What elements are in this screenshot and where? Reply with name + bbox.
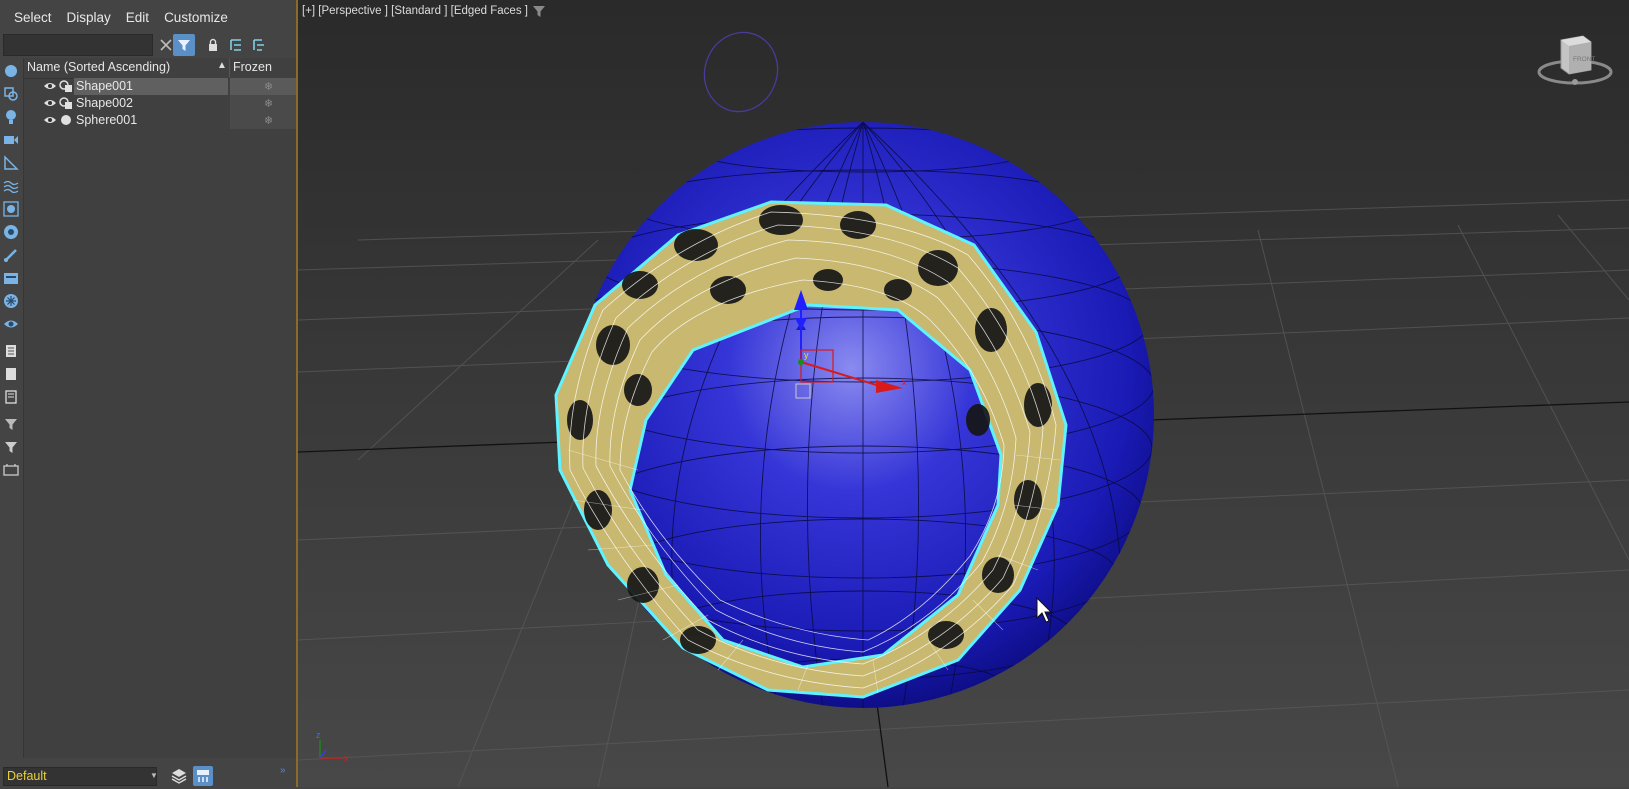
lock-icon[interactable] bbox=[203, 35, 223, 55]
object-name[interactable]: Shape002 bbox=[76, 96, 133, 110]
search-input[interactable] bbox=[3, 34, 153, 56]
sort-by-layer-icon[interactable] bbox=[193, 766, 213, 786]
list-item-shape001[interactable]: Shape001 ❄ bbox=[24, 78, 296, 95]
tripod-z-label: z bbox=[316, 730, 321, 740]
column-frozen-header[interactable]: Frozen bbox=[233, 60, 272, 74]
display-bones-icon[interactable] bbox=[2, 246, 19, 263]
object-name[interactable]: Shape001 bbox=[76, 79, 133, 93]
display-all-icon[interactable] bbox=[2, 342, 19, 359]
tripod-x-label: x bbox=[344, 753, 349, 763]
viewport-filter-icon[interactable] bbox=[532, 4, 546, 21]
frozen-cell[interactable]: ❄ bbox=[230, 95, 296, 112]
display-containers-icon[interactable] bbox=[2, 269, 19, 286]
viewcube[interactable]: FRONT bbox=[1535, 30, 1615, 90]
viewport-scene[interactable]: x y bbox=[298, 0, 1629, 787]
object-name[interactable]: Sphere001 bbox=[76, 113, 137, 127]
list-item-sphere001[interactable]: Sphere001 ❄ bbox=[24, 112, 296, 129]
gizmo-y-label: y bbox=[804, 350, 809, 360]
chevron-down-icon[interactable]: ▼ bbox=[150, 771, 158, 780]
filter-options-icon[interactable] bbox=[2, 415, 19, 432]
perspective-viewport[interactable]: x y [+] [Perspective ] [Standard ] [Edge… bbox=[298, 0, 1629, 787]
display-spacewarps-icon[interactable] bbox=[2, 177, 19, 194]
visibility-eye-icon[interactable] bbox=[43, 97, 57, 109]
display-helpers-icon[interactable] bbox=[2, 154, 19, 171]
visibility-eye-icon[interactable] bbox=[43, 114, 57, 126]
circle-shape bbox=[703, 31, 779, 113]
column-name-header[interactable]: Name (Sorted Ascending) bbox=[27, 60, 170, 74]
column-divider[interactable] bbox=[229, 58, 230, 78]
shape-icon bbox=[59, 79, 73, 93]
menu-bar: Select Display Edit Customize bbox=[0, 0, 296, 34]
viewport-label[interactable]: [+] [Perspective ] [Standard ] [Edged Fa… bbox=[302, 5, 528, 17]
layer-tools-icon[interactable] bbox=[2, 461, 19, 478]
hierarchy-expand-icon[interactable] bbox=[226, 35, 246, 55]
gizmo-x-label: x bbox=[902, 377, 907, 387]
display-hidden-icon[interactable] bbox=[2, 315, 19, 332]
list-header: Name (Sorted Ascending) ▲ Frozen bbox=[24, 58, 296, 79]
frozen-snowflake-icon[interactable]: ❄ bbox=[264, 114, 273, 127]
display-lights-icon[interactable] bbox=[2, 108, 19, 125]
layers-icon[interactable] bbox=[170, 767, 188, 788]
menu-edit[interactable]: Edit bbox=[119, 10, 156, 25]
display-shapes-icon[interactable] bbox=[2, 85, 19, 102]
filter-toggle-icon[interactable] bbox=[173, 34, 195, 56]
menu-display[interactable]: Display bbox=[60, 10, 118, 25]
frozen-snowflake-icon[interactable]: ❄ bbox=[264, 97, 273, 110]
axis-tripod: z x bbox=[316, 730, 349, 763]
frozen-cell[interactable]: ❄ bbox=[230, 78, 296, 95]
expand-chevron-icon[interactable]: » bbox=[280, 765, 286, 776]
layer-dropdown[interactable]: Default bbox=[3, 767, 157, 786]
explorer-toolbar bbox=[0, 34, 296, 58]
hierarchy-collapse-icon[interactable] bbox=[249, 35, 269, 55]
display-invert-icon[interactable] bbox=[2, 388, 19, 405]
display-cameras-icon[interactable] bbox=[2, 131, 19, 148]
layer-bar: Default ▼ » bbox=[0, 765, 296, 787]
filter-icon[interactable] bbox=[2, 438, 19, 455]
menu-customize[interactable]: Customize bbox=[157, 10, 235, 25]
frozen-snowflake-icon[interactable]: ❄ bbox=[264, 80, 273, 93]
visibility-eye-icon[interactable] bbox=[43, 80, 57, 92]
menu-select[interactable]: Select bbox=[7, 10, 59, 25]
filter-icon-strip bbox=[0, 60, 22, 710]
geometry-icon bbox=[59, 113, 73, 127]
scene-explorer: Select Display Edit Customize Name (Sort… bbox=[0, 0, 298, 787]
sort-ascending-icon: ▲ bbox=[217, 60, 227, 71]
display-frozen-icon[interactable] bbox=[2, 292, 19, 309]
display-geometry-icon[interactable] bbox=[2, 62, 19, 79]
object-list: Name (Sorted Ascending) ▲ Frozen Shape00… bbox=[23, 58, 296, 758]
display-groups-icon[interactable] bbox=[2, 200, 19, 217]
shape-icon bbox=[59, 96, 73, 110]
display-none-icon[interactable] bbox=[2, 365, 19, 382]
display-xrefs-icon[interactable] bbox=[2, 223, 19, 240]
frozen-cell[interactable]: ❄ bbox=[230, 112, 296, 129]
list-item-shape002[interactable]: Shape002 ❄ bbox=[24, 95, 296, 112]
viewcube-front-label: FRONT bbox=[1573, 56, 1595, 63]
